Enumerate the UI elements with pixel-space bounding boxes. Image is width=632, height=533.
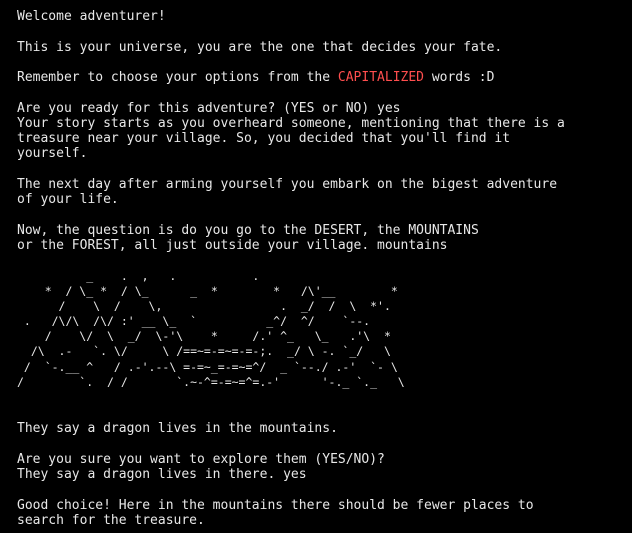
story-line-3: yourself. [17, 146, 88, 161]
story-line-2: treasure near your village. So, you deci… [17, 131, 511, 146]
terminal-window[interactable]: Welcome adventurer! This is your univers… [0, 0, 632, 533]
capitalized-highlight: CAPITALIZED [337, 70, 424, 85]
explore-answer-line: They say a dragon lives in there. yes [17, 467, 307, 482]
mountains-ascii-art: _ . , . . * / \_ * / \_ _ * * /\'__ * / … [17, 269, 405, 389]
welcome-line: Welcome adventurer! [17, 9, 166, 24]
remember-line: Remember to choose your options from the… [17, 70, 494, 85]
next-day-line-1: The next day after arming yourself you e… [17, 177, 558, 192]
explore-prompt-line: Are you sure you want to explore them (Y… [17, 452, 385, 467]
good-choice-line-1: Good choice! Here in the mountains there… [17, 498, 534, 513]
story-line-1: Your story starts as you overheard someo… [17, 116, 565, 131]
question-line-2: or the FOREST, all just outside your vil… [17, 238, 448, 253]
universe-line: This is your universe, you are the one t… [17, 40, 503, 55]
remember-text-after: words :D [424, 70, 495, 85]
question-line-1: Now, the question is do you go to the DE… [17, 223, 479, 238]
dragon-line: They say a dragon lives in the mountains… [17, 421, 338, 436]
remember-text-before: Remember to choose your options from the [17, 70, 338, 85]
good-choice-line-2: search for the treasure. [17, 513, 205, 528]
next-day-line-2: of your life. [17, 192, 119, 207]
ready-prompt-line: Are you ready for this adventure? (YES o… [17, 101, 401, 116]
